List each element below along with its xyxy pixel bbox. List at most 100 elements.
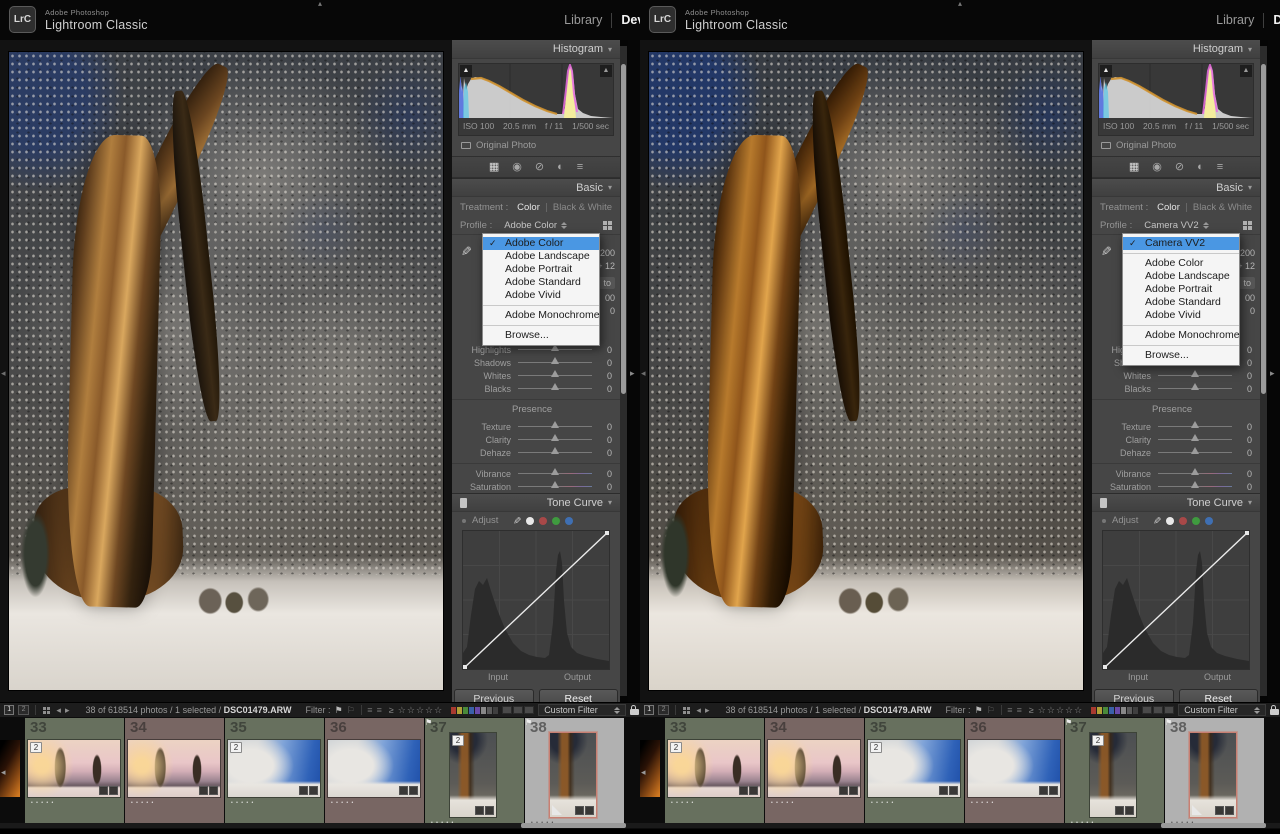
- main-photo[interactable]: [9, 52, 443, 690]
- channel-red-icon[interactable]: [539, 517, 547, 525]
- stack-count-badge[interactable]: 2: [30, 742, 42, 753]
- tone-curve-plot[interactable]: [462, 530, 610, 670]
- masking-tool-icon[interactable]: ◐: [557, 162, 564, 173]
- panel-scrollbar-thumb[interactable]: [621, 64, 626, 394]
- filmstrip-cell-38[interactable]: ⚑38• • • • •: [1165, 718, 1264, 826]
- filmstrip-cell-38[interactable]: ⚑38• • • • •: [525, 718, 624, 826]
- slider-thumb-icon[interactable]: [1191, 421, 1199, 428]
- color-label-swatch[interactable]: [451, 707, 456, 714]
- photo-thumbnail[interactable]: 2: [28, 740, 120, 797]
- star-icon[interactable]: ☆: [1074, 705, 1083, 715]
- color-label-swatch[interactable]: [457, 707, 462, 714]
- slider-track[interactable]: [518, 362, 592, 363]
- edit-filter-icon-2[interactable]: ≡: [377, 705, 382, 715]
- crop-tool-icon[interactable]: ▦: [489, 162, 499, 173]
- crop-tool-icon[interactable]: ▦: [1129, 162, 1139, 173]
- profile-value[interactable]: Adobe Color: [504, 220, 567, 231]
- highlight-clipping-icon[interactable]: ▲: [600, 65, 612, 77]
- redeye-tool-icon[interactable]: ⊘: [535, 162, 544, 173]
- basic-header[interactable]: Basic▾: [1092, 178, 1260, 197]
- photo-thumbnail[interactable]: [328, 740, 420, 797]
- profile-value[interactable]: Camera VV2: [1144, 220, 1208, 231]
- filmstrip-cell-33[interactable]: 332• • • • •: [25, 718, 124, 826]
- tab-develop[interactable]: Develop: [621, 13, 640, 27]
- slider-track[interactable]: [1158, 486, 1232, 487]
- thumb-size-buttons[interactable]: [502, 706, 534, 714]
- forward-arrow-icon[interactable]: ▸: [65, 705, 70, 716]
- shadow-clipping-icon[interactable]: ▲: [460, 65, 472, 77]
- filmstrip-scrollbar[interactable]: [640, 823, 1280, 828]
- flag-pick-icon[interactable]: ⚑: [335, 705, 343, 716]
- filmstrip-scrollbar[interactable]: [0, 823, 640, 828]
- color-label-swatch[interactable]: [1091, 707, 1096, 714]
- slider-track[interactable]: [518, 452, 592, 453]
- slider-thumb-icon[interactable]: [1191, 383, 1199, 390]
- forward-arrow-icon[interactable]: ▸: [705, 705, 710, 716]
- filmstrip-cell-37[interactable]: ⚑372• • • • •: [1065, 718, 1164, 826]
- photo-thumbnail[interactable]: [128, 740, 220, 797]
- filmstrip-cell-33[interactable]: 332• • • • •: [665, 718, 764, 826]
- photo-thumbnail[interactable]: 2: [228, 740, 320, 797]
- filmstrip-cell-36[interactable]: 36• • • • •: [325, 718, 424, 826]
- slider-track[interactable]: [518, 375, 592, 376]
- profile-option[interactable]: Adobe Standard: [483, 276, 599, 289]
- profile-option[interactable]: Adobe Portrait: [483, 263, 599, 276]
- custom-filter-dropdown[interactable]: Custom Filter: [538, 704, 626, 716]
- back-arrow-icon[interactable]: ◂: [696, 705, 701, 716]
- primary-monitor-button[interactable]: 1: [4, 705, 14, 715]
- panel-scrollbar[interactable]: [1260, 46, 1267, 696]
- star-icon[interactable]: ☆: [1047, 705, 1056, 715]
- stack-count-badge[interactable]: 2: [1092, 735, 1104, 746]
- photo-thumbnail[interactable]: 2: [450, 733, 496, 817]
- stack-count-badge[interactable]: 2: [670, 742, 682, 753]
- rating-stars[interactable]: ☆☆☆☆☆: [398, 705, 443, 716]
- color-label-swatch[interactable]: [1115, 707, 1120, 714]
- right-panel-collapse-icon[interactable]: ▸: [1270, 368, 1275, 379]
- rating-operator[interactable]: ≥: [389, 705, 394, 715]
- top-panel-collapse-icon[interactable]: ▴: [958, 0, 962, 8]
- color-label-swatch[interactable]: [1121, 707, 1126, 714]
- filmstrip-cell-35[interactable]: 352• • • • •: [865, 718, 964, 826]
- slider-track[interactable]: [1158, 439, 1232, 440]
- stack-count-badge[interactable]: 2: [230, 742, 242, 753]
- tone-curve-header[interactable]: Tone Curve▾: [452, 493, 620, 512]
- slider-thumb-icon[interactable]: [551, 481, 559, 488]
- color-label-swatch[interactable]: [463, 707, 468, 714]
- star-icon[interactable]: ☆: [1065, 705, 1074, 715]
- slider-thumb-icon[interactable]: [1191, 434, 1199, 441]
- back-arrow-icon[interactable]: ◂: [56, 705, 61, 716]
- photo-thumbnail[interactable]: 2: [868, 740, 960, 797]
- histogram[interactable]: ▲ ▲ ISO 100 20.5 mm f / 11 1/500 sec: [458, 63, 614, 136]
- primary-monitor-button[interactable]: 1: [644, 705, 654, 715]
- star-icon[interactable]: ☆: [1056, 705, 1065, 715]
- histogram-header[interactable]: Histogram▾: [1092, 40, 1260, 59]
- tab-library[interactable]: Library: [564, 13, 602, 27]
- left-panel-expand-icon[interactable]: ◂: [641, 368, 646, 379]
- slider-track[interactable]: [518, 473, 592, 474]
- profile-option[interactable]: Adobe Standard: [1123, 296, 1239, 309]
- original-photo-row[interactable]: Original Photo: [1092, 138, 1260, 153]
- rating-stars[interactable]: ☆☆☆☆☆: [1038, 705, 1083, 716]
- histogram[interactable]: ▲ ▲ ISO 100 20.5 mm f / 11 1/500 sec: [1098, 63, 1254, 136]
- tab-library[interactable]: Library: [1216, 13, 1254, 27]
- color-label-swatch[interactable]: [1127, 707, 1132, 714]
- color-label-swatch[interactable]: [1097, 707, 1102, 714]
- photo-thumbnail[interactable]: [968, 740, 1060, 797]
- filmstrip-cell-35[interactable]: 352• • • • •: [225, 718, 324, 826]
- profile-browser-icon[interactable]: [603, 221, 612, 230]
- profile-option[interactable]: Browse...: [483, 329, 599, 342]
- profile-option[interactable]: Adobe Portrait: [1123, 283, 1239, 296]
- star-icon[interactable]: ☆: [1038, 705, 1047, 715]
- grid-view-icon[interactable]: [43, 707, 50, 714]
- photo-thumbnail[interactable]: [768, 740, 860, 797]
- slider-thumb-icon[interactable]: [551, 434, 559, 441]
- star-icon[interactable]: ☆: [416, 705, 425, 715]
- slider-thumb-icon[interactable]: [1191, 447, 1199, 454]
- histogram-plot[interactable]: [459, 64, 613, 118]
- edit-filter-icon[interactable]: ≡: [367, 705, 372, 715]
- slider-thumb-icon[interactable]: [551, 383, 559, 390]
- slider-track[interactable]: [518, 486, 592, 487]
- profile-option[interactable]: Camera VV2: [1123, 237, 1239, 250]
- slider-track[interactable]: [1158, 375, 1232, 376]
- profile-option[interactable]: Adobe Monochrome: [483, 309, 599, 322]
